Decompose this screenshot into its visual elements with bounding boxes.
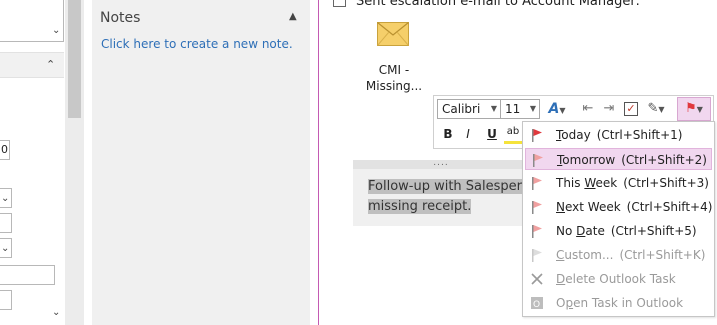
red-flag-icon	[532, 129, 542, 142]
flag-menu-item-shortcut: (Ctrl+Shift+1)	[596, 128, 683, 142]
chevron-down-icon[interactable]: ⌄	[52, 26, 60, 36]
flag-icon	[533, 154, 543, 167]
checkbox-icon[interactable]	[333, 0, 346, 7]
number-field[interactable]: 0	[0, 140, 10, 160]
left-input-1[interactable]	[0, 213, 12, 233]
font-name-value: Calibri	[442, 102, 481, 116]
chevron-down-icon: ▼	[696, 105, 703, 114]
sent-line: Sent escalation e-mail to Account Manage…	[333, 0, 640, 9]
tag-button[interactable]: ✎▼	[642, 99, 670, 119]
decrease-indent-icon[interactable]: ⇤	[579, 99, 597, 119]
flag-menu-item-shortcut: (Ctrl+Shift+2)	[621, 153, 707, 167]
flag-menu-item-label: Custom... (Ctrl+Shift+K)	[556, 248, 706, 262]
notes-pane: Notes ▲ Click here to create a new note.	[92, 0, 310, 325]
left-scrollbar-thumb[interactable]	[68, 0, 81, 118]
font-size-box[interactable]: 11 ▼	[500, 99, 540, 119]
flag-icon	[532, 249, 542, 262]
number-field-value: 0	[1, 143, 8, 156]
flag-dropdown-menu: Today (Ctrl+Shift+1) Tomorrow (Ctrl+Shift+2…	[522, 121, 715, 317]
todo-checkbox-icon[interactable]: ✓	[622, 99, 640, 119]
tag-icon: ✎	[647, 101, 659, 116]
bold-button[interactable]: B	[439, 124, 457, 144]
flag-menu-item[interactable]: Custom... (Ctrl+Shift+K)	[525, 244, 712, 266]
chevron-down-icon: ▼	[529, 104, 536, 113]
envelope-icon[interactable]	[377, 22, 409, 46]
flag-menu-item-label: Today (Ctrl+Shift+1)	[556, 128, 683, 142]
outlook-icon: O	[531, 297, 543, 310]
note-move-handle[interactable]: ....	[353, 159, 529, 169]
underline-button[interactable]: U	[483, 124, 501, 144]
attachment-line-2: Missing...	[365, 79, 423, 93]
note-container[interactable]: .... Follow-up with Salesperso missing r…	[353, 159, 537, 226]
flag-menu-item-label: Delete Outlook Task	[556, 272, 676, 286]
flag-menu-item-shortcut: (Ctrl+Shift+4)	[626, 200, 713, 214]
pane-divider	[318, 0, 319, 325]
font-name-box[interactable]: Calibri ▼	[437, 99, 501, 119]
chevron-down-icon: ▼	[658, 105, 665, 114]
flag-menu-item[interactable]: Today (Ctrl+Shift+1)	[525, 124, 712, 146]
chevron-down-icon: ⌄	[1, 243, 10, 254]
flag-menu-item[interactable]: This Week (Ctrl+Shift+3)	[525, 172, 712, 194]
flag-icon	[532, 225, 542, 238]
italic-button[interactable]: I	[459, 124, 477, 144]
highlight-button[interactable]: ab	[504, 124, 522, 144]
left-input-3[interactable]	[0, 290, 12, 310]
flag-menu-item-shortcut: (Ctrl+Shift+5)	[610, 224, 697, 238]
create-note-link[interactable]: Click here to create a new note.	[101, 37, 293, 51]
red-flag-icon: ⚑	[685, 101, 697, 116]
flag-menu-item-label: Open Task in Outlook	[556, 296, 684, 310]
attachment-line-1: CMI -	[378, 63, 410, 77]
collapse-up-icon[interactable]: ▲	[289, 11, 297, 22]
chevron-down-icon: ▼	[559, 106, 566, 115]
font-color-button[interactable]: A▼	[544, 99, 570, 119]
delete-x-icon	[531, 273, 543, 285]
flag-menu-item-shortcut: (Ctrl+Shift+3)	[623, 176, 709, 190]
notes-title: Notes	[100, 10, 141, 26]
chevron-up-icon[interactable]: ⌃	[46, 59, 55, 70]
left-dropdown-1[interactable]: ⌄	[0, 188, 12, 208]
flag-menu-item[interactable]: Next Week (Ctrl+Shift+4)	[525, 196, 712, 218]
increase-indent-icon[interactable]: ⇥	[600, 99, 618, 119]
font-color-icon: A	[548, 101, 560, 117]
flag-menu-item[interactable]: O Open Task in Outlook	[525, 292, 712, 314]
flag-menu-item[interactable]: Delete Outlook Task	[525, 268, 712, 290]
left-input-2[interactable]	[0, 265, 55, 285]
scroll-down-icon[interactable]: ⌄	[52, 308, 60, 318]
flag-menu-item-label: Tomorrow (Ctrl+Shift+2)	[557, 153, 707, 167]
left-section-header[interactable]: ⌃	[0, 52, 64, 78]
left-pane: ⌄ ⌃ 0 ⌄ ⌄ ⌄	[0, 0, 84, 325]
font-size-value: 11	[505, 102, 521, 116]
flag-icon	[532, 201, 542, 214]
left-dropdown-2[interactable]: ⌄	[0, 238, 12, 258]
flag-menu-item-label: No Date (Ctrl+Shift+5)	[556, 224, 697, 238]
note-line-1: Follow-up with Salesperso	[368, 179, 537, 194]
chevron-down-icon: ⌄	[1, 193, 10, 204]
flag-icon	[532, 177, 542, 190]
attachment-caption[interactable]: CMI - Missing...	[362, 62, 426, 94]
flag-menu-item[interactable]: Tomorrow (Ctrl+Shift+2)	[525, 148, 712, 170]
svg-text:O: O	[533, 300, 540, 310]
follow-up-flag-button[interactable]: ⚑▼	[677, 97, 711, 121]
note-line-2: missing receipt.	[368, 199, 472, 214]
flag-menu-item[interactable]: No Date (Ctrl+Shift+5)	[525, 220, 712, 242]
sent-line-text: Sent escalation e-mail to Account Manage…	[356, 0, 640, 9]
flag-menu-item-label: This Week (Ctrl+Shift+3)	[556, 176, 709, 190]
flag-menu-item-label: Next Week (Ctrl+Shift+4)	[556, 200, 713, 214]
chevron-down-icon: ▼	[490, 104, 497, 113]
flag-menu-item-shortcut: (Ctrl+Shift+K)	[619, 248, 706, 262]
